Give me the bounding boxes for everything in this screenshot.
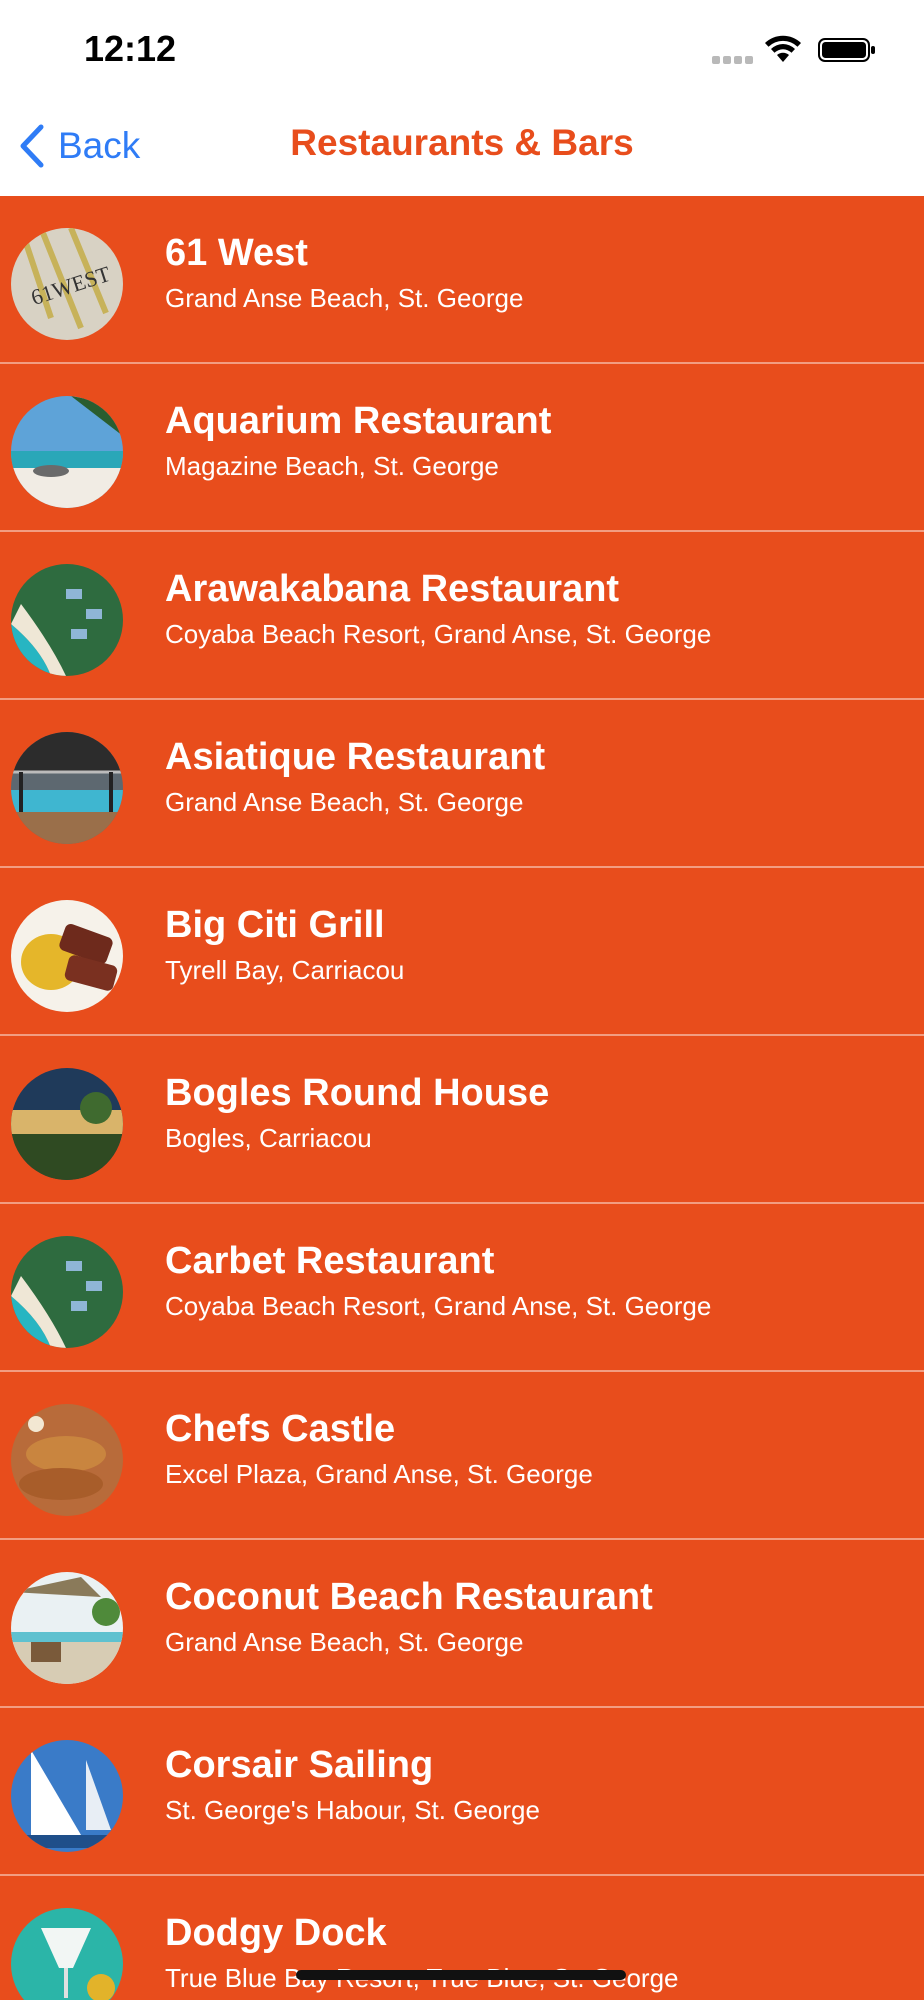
restaurant-name: 61 West [165,232,308,274]
restaurant-name: Big Citi Grill [165,904,385,946]
restaurant-location: Coyaba Beach Resort, Grand Anse, St. Geo… [165,1291,712,1321]
list-item[interactable]: 61WEST 61 West Grand Anse Beach, St. Georg… [0,196,924,364]
fried-food-thumbnail [11,1404,123,1516]
restaurant-location: Bogles, Carriacou [165,1123,372,1153]
status-bar: 12:12 [0,0,924,96]
navigation-bar: Back Restaurants & Bars [0,96,924,197]
restaurant-location: Grand Anse Beach, St. George [165,283,524,313]
list-item[interactable]: Bogles Round House Bogles, Carriacou [0,1036,924,1204]
resort-aerial-thumbnail [11,1236,123,1348]
restaurant-location: St. George's Habour, St. George [165,1795,540,1825]
home-indicator[interactable] [296,1970,626,1980]
restaurant-name: Carbet Restaurant [165,1240,495,1282]
logo-sign-thumbnail: 61WEST [11,228,123,340]
list-item[interactable]: Big Citi Grill Tyrell Bay, Carriacou [0,868,924,1036]
sailboat-thumbnail [11,1740,123,1852]
restaurant-list: 61WEST 61 West Grand Anse Beach, St. Georg… [0,196,924,2000]
restaurant-name: Aquarium Restaurant [165,400,552,442]
resort-aerial-thumbnail [11,564,123,676]
list-item[interactable]: Aquarium Restaurant Magazine Beach, St. G… [0,364,924,532]
restaurant-location: Grand Anse Beach, St. George [165,1627,524,1657]
page-title: Restaurants & Bars [290,122,634,163]
restaurant-name: Coconut Beach Restaurant [165,1576,653,1618]
restaurant-location: Magazine Beach, St. George [165,451,499,481]
cocktail-thumbnail [11,1908,123,2000]
list-item[interactable]: Asiatique Restaurant Grand Anse Beach, St… [0,700,924,868]
beach-umbrella-thumbnail [11,1572,123,1684]
restaurant-name: Asiatique Restaurant [165,736,546,778]
pool-pergola-thumbnail [11,732,123,844]
list-item[interactable]: Corsair Sailing St. George's Habour, St. … [0,1708,924,1876]
list-item[interactable]: Coconut Beach Restaurant Grand Anse Beach… [0,1540,924,1708]
restaurant-name: Chefs Castle [165,1408,396,1450]
restaurant-location: Coyaba Beach Resort, Grand Anse, St. Geo… [165,619,712,649]
restaurant-location: Grand Anse Beach, St. George [165,787,524,817]
list-item[interactable]: Dodgy DockTrue Blue Bay Resort, True Blu… [0,1876,924,2000]
signal-icon [712,56,754,64]
battery-icon [818,38,875,62]
restaurant-location: Tyrell Bay, Carriacou [165,955,405,985]
list-item[interactable]: Carbet Restaurant Coyaba Beach Resort, Gr… [0,1204,924,1372]
list-item[interactable]: Arawakabana Restaurant Coyaba Beach Resor… [0,532,924,700]
beach-palm-thumbnail [11,396,123,508]
restaurant-name: Bogles Round House [165,1072,550,1114]
wifi-icon [765,35,801,62]
restaurant-location: Excel Plaza, Grand Anse, St. George [165,1459,593,1489]
restaurant-name: Corsair Sailing [165,1744,434,1786]
list-item[interactable]: Chefs Castle Excel Plaza, Grand Anse, St.… [0,1372,924,1540]
food-plate-thumbnail [11,900,123,1012]
restaurant-name: Arawakabana Restaurant [165,568,620,610]
restaurant-name: Dodgy Dock [165,1912,387,1954]
status-time: 12:12 [84,28,177,69]
garden-night-thumbnail [11,1068,123,1180]
